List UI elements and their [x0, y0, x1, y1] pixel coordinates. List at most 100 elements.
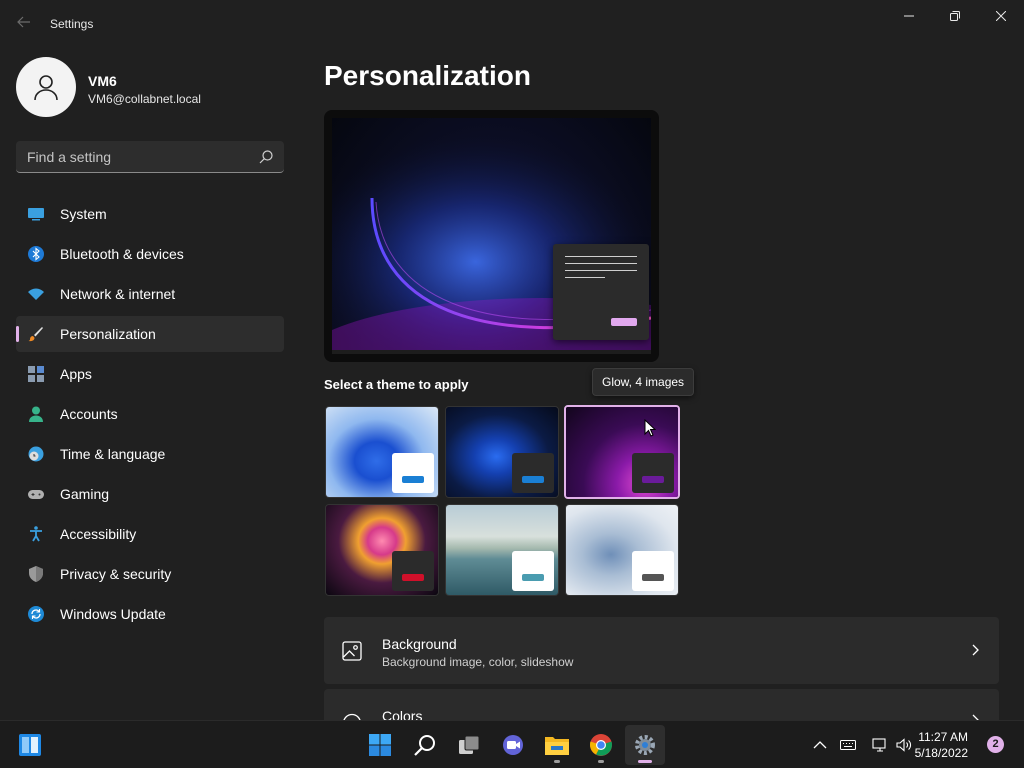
- chrome-button[interactable]: [581, 725, 621, 765]
- theme-mini-window: [512, 453, 554, 493]
- background-setting-card[interactable]: Background Background image, color, slid…: [324, 617, 999, 684]
- sidebar-item-label: Accounts: [60, 406, 118, 422]
- sidebar-item-label: System: [60, 206, 107, 222]
- apps-icon: [28, 366, 44, 382]
- theme-flow[interactable]: [565, 504, 679, 596]
- keyboard-icon[interactable]: [840, 737, 856, 753]
- sidebar-item-label: Apps: [60, 366, 92, 382]
- sidebar-item-accessibility[interactable]: Accessibility: [16, 516, 284, 552]
- search-icon: [414, 735, 435, 756]
- page-title: Personalization: [324, 60, 531, 91]
- clock-date[interactable]: 5/18/2022: [915, 746, 968, 760]
- notification-badge[interactable]: 2: [987, 736, 1004, 753]
- sidebar-item-bluetooth[interactable]: Bluetooth & devices: [16, 236, 284, 272]
- chevron-right-icon: [972, 644, 979, 656]
- minimize-button[interactable]: [886, 0, 932, 32]
- card-title: Colors: [382, 708, 423, 720]
- shield-icon: [29, 566, 43, 582]
- sidebar-item-label: Bluetooth & devices: [60, 246, 184, 262]
- sidebar-item-privacy[interactable]: Privacy & security: [16, 556, 284, 592]
- sidebar-item-personalization[interactable]: Personalization: [16, 316, 284, 352]
- globe-clock-icon: [28, 446, 44, 462]
- sidebar-item-system[interactable]: System: [16, 196, 284, 232]
- gamepad-icon: [28, 490, 44, 499]
- preview-line: [565, 263, 637, 264]
- start-button[interactable]: [360, 725, 400, 765]
- theme-sunrise[interactable]: [445, 504, 559, 596]
- chevron-up-icon[interactable]: [812, 737, 828, 753]
- search-icon: [259, 150, 273, 164]
- theme-mini-window: [632, 551, 674, 591]
- teams-chat-icon: [503, 735, 523, 755]
- search-input[interactable]: Find a setting: [16, 141, 284, 173]
- chat-button[interactable]: [493, 725, 533, 765]
- widgets-button[interactable]: [10, 725, 50, 765]
- volume-icon[interactable]: [896, 737, 912, 753]
- chrome-icon: [590, 734, 612, 756]
- running-indicator: [554, 760, 560, 763]
- theme-accent-bar: [642, 476, 664, 483]
- theme-accent-bar: [522, 476, 544, 483]
- search-placeholder: Find a setting: [27, 149, 112, 165]
- minimize-icon: [904, 15, 914, 17]
- theme-captured-motion[interactable]: [325, 504, 439, 596]
- mouse-cursor-icon: [644, 419, 656, 437]
- sidebar-item-label: Accessibility: [60, 526, 137, 542]
- preview-line: [565, 277, 605, 278]
- theme-preview: [324, 110, 659, 362]
- clock-time[interactable]: 11:27 AM: [918, 730, 968, 744]
- theme-accent-bar: [642, 574, 664, 581]
- sidebar-item-network[interactable]: Network & internet: [16, 276, 284, 312]
- sidebar-item-time-language[interactable]: Time & language: [16, 436, 284, 472]
- sidebar-item-label: Time & language: [60, 446, 166, 462]
- widgets-icon: [19, 734, 41, 756]
- file-explorer-button[interactable]: [537, 725, 577, 765]
- theme-section-label: Select a theme to apply: [324, 377, 469, 392]
- sidebar-item-apps[interactable]: Apps: [16, 356, 284, 392]
- colors-setting-card[interactable]: Colors: [324, 689, 999, 720]
- card-title: Background: [382, 636, 457, 652]
- gear-icon: [635, 735, 655, 755]
- window-title: Settings: [50, 17, 94, 31]
- folder-icon: [545, 737, 569, 755]
- theme-windows-dark[interactable]: [445, 406, 559, 498]
- user-name: VM6: [88, 73, 117, 89]
- sidebar-item-accounts[interactable]: Accounts: [16, 396, 284, 432]
- selection-indicator: [16, 326, 19, 342]
- sidebar-item-label: Network & internet: [60, 286, 176, 302]
- theme-accent-bar: [522, 574, 544, 581]
- theme-windows-light[interactable]: [325, 406, 439, 498]
- settings-button[interactable]: [625, 725, 665, 765]
- sidebar-item-label: Privacy & security: [60, 566, 172, 582]
- preview-line: [565, 270, 637, 271]
- paintbrush-icon: [28, 327, 43, 342]
- sidebar-item-label: Personalization: [60, 326, 156, 342]
- close-button[interactable]: [978, 0, 1024, 32]
- active-indicator: [638, 760, 652, 763]
- bluetooth-icon: [28, 246, 44, 262]
- sidebar-item-gaming[interactable]: Gaming: [16, 476, 284, 512]
- theme-accent-bar: [402, 574, 424, 581]
- task-view-icon: [459, 735, 480, 754]
- avatar[interactable]: [16, 57, 76, 117]
- taskbar-search-button[interactable]: [405, 725, 445, 765]
- preview-wallpaper: [332, 118, 651, 350]
- sidebar-item-label: Gaming: [60, 486, 110, 502]
- sidebar-item-windows-update[interactable]: Windows Update: [16, 596, 284, 632]
- restore-icon: [950, 11, 960, 21]
- taskbar: 11:27 AM 5/18/2022: [0, 720, 1024, 768]
- theme-mini-window: [392, 453, 434, 493]
- theme-glow[interactable]: [564, 405, 680, 499]
- task-view-button[interactable]: [449, 725, 489, 765]
- preview-window: [553, 244, 649, 340]
- person-icon: [34, 75, 58, 101]
- running-indicator: [598, 760, 604, 763]
- back-arrow-icon[interactable]: [14, 14, 34, 34]
- preview-line: [565, 256, 637, 257]
- windows-logo-icon: [369, 734, 391, 756]
- title-bar: Settings: [0, 0, 1024, 48]
- account-icon: [29, 406, 43, 422]
- network-icon[interactable]: [872, 737, 888, 753]
- restore-button[interactable]: [932, 0, 978, 32]
- palette-icon: [343, 713, 361, 720]
